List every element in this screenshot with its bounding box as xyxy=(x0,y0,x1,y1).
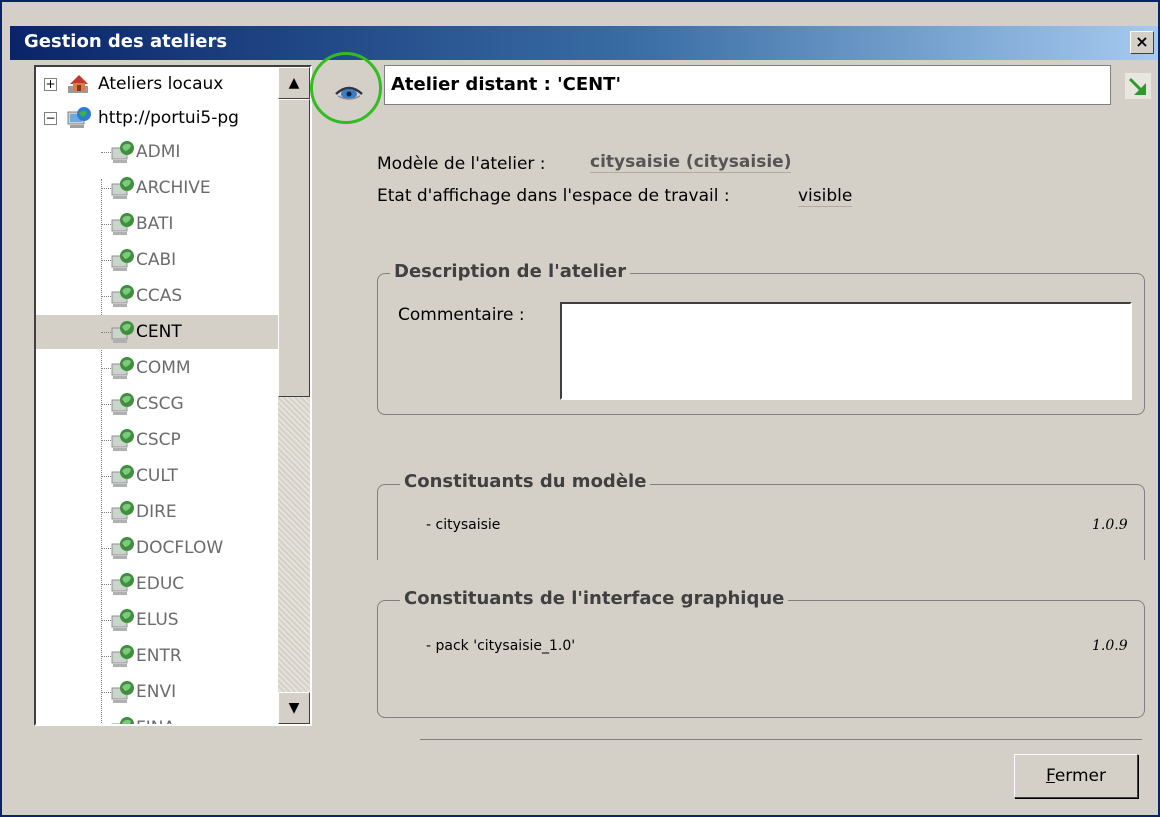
tree-node-label: ENVI xyxy=(136,682,177,702)
modele-component-name: - citysaisie xyxy=(426,517,501,533)
tree-content: + Ateliers locaux − http://portui5-pg AD… xyxy=(36,67,280,724)
tree-node-label: ADMI xyxy=(136,142,181,162)
atelier-header-field: Atelier distant : 'CENT' xyxy=(384,65,1111,105)
comment-label: Commentaire : xyxy=(398,305,525,325)
scroll-up-button[interactable]: ▲ xyxy=(278,67,310,99)
interface-component-name: - pack 'citysaisie_1.0' xyxy=(426,638,576,654)
tree-node-fina[interactable]: FINA xyxy=(36,711,280,724)
globe-computer-icon xyxy=(110,212,136,236)
tree-node-label: CSCP xyxy=(136,430,181,450)
tree-node-ccas[interactable]: CCAS xyxy=(36,279,280,313)
description-title: Description de l'atelier xyxy=(390,261,631,282)
tree-node-label: CULT xyxy=(136,466,178,486)
tree-node-envi[interactable]: ENVI xyxy=(36,675,280,709)
globe-computer-icon xyxy=(110,140,136,164)
tree-node-label: ENTR xyxy=(136,646,182,666)
tree-node-cscp[interactable]: CSCP xyxy=(36,423,280,457)
tree-node-label: CSCG xyxy=(136,394,184,414)
tree-node-educ[interactable]: EDUC xyxy=(36,567,280,601)
scroll-thumb[interactable] xyxy=(278,99,310,397)
globe-computer-icon xyxy=(110,644,136,668)
tree-node-label: COMM xyxy=(136,358,191,378)
globe-computer-icon xyxy=(110,680,136,704)
tree-node-label: DIRE xyxy=(136,502,177,522)
etat-value: visible xyxy=(798,186,853,207)
gestion-ateliers-window: Gestion des ateliers × + Ateliers locaux xyxy=(0,0,1160,817)
modele-component-version: 1.0.9 xyxy=(1092,517,1128,533)
tree-node-label: ARCHIVE xyxy=(136,178,211,198)
comment-label-text: Commentaire : xyxy=(398,305,525,325)
tree-node-ateliers-locaux[interactable]: + Ateliers locaux xyxy=(36,67,280,101)
globe-computer-icon xyxy=(110,284,136,308)
tree-node-docflow[interactable]: DOCFLOW xyxy=(36,531,280,565)
globe-computer-icon xyxy=(110,608,136,632)
tree-node-label: CABI xyxy=(136,250,177,270)
fermer-button[interactable]: Fermer xyxy=(1014,754,1138,798)
modele-value-wrap: citysaisie (citysaisie) xyxy=(590,152,792,173)
tree-node-admi[interactable]: ADMI xyxy=(36,135,280,169)
arrow-go-icon[interactable] xyxy=(1122,70,1154,102)
globe-computer-icon xyxy=(110,572,136,596)
tree-node-archive[interactable]: ARCHIVE xyxy=(36,171,280,205)
modele-value: citysaisie (citysaisie) xyxy=(590,152,792,173)
tree-scrollbar[interactable]: ▲ ▼ xyxy=(278,67,310,724)
globe-computer-icon xyxy=(110,176,136,200)
globe-computer-icon xyxy=(110,536,136,560)
tree-node-label: http://portui5-pg xyxy=(98,108,239,128)
tree-node-remote-server[interactable]: − http://portui5-pg xyxy=(36,101,280,135)
tree-node-cabi[interactable]: CABI xyxy=(36,243,280,277)
etat-value-wrap: visible xyxy=(798,186,853,207)
globe-computer-icon xyxy=(110,392,136,416)
etat-label: Etat d'affichage dans l'espace de travai… xyxy=(377,186,730,206)
constituants-interface-title: Constituants de l'interface graphique xyxy=(400,588,789,609)
title-bar[interactable]: Gestion des ateliers × xyxy=(10,26,1158,60)
modele-label: Modèle de l'atelier : xyxy=(377,154,546,174)
globe-computer-icon xyxy=(110,248,136,272)
tree-node-label: FINA xyxy=(136,711,175,724)
globe-computer-icon xyxy=(110,428,136,452)
tree-node-label: CENT xyxy=(136,322,182,342)
globe-computer-icon xyxy=(110,356,136,380)
expand-toggle[interactable]: + xyxy=(44,78,57,91)
visibility-toggle-button[interactable] xyxy=(322,72,372,112)
globe-computer-icon xyxy=(110,320,136,344)
tree-node-label: EDUC xyxy=(136,574,185,594)
house-icon xyxy=(66,72,92,96)
constituants-interface-group xyxy=(377,600,1145,718)
tree-node-entr[interactable]: ENTR xyxy=(36,639,280,673)
tree-node-label: CCAS xyxy=(136,286,183,306)
tree-node-dire[interactable]: DIRE xyxy=(36,495,280,529)
tree-node-comm[interactable]: COMM xyxy=(36,351,280,385)
constituants-modele-title: Constituants du modèle xyxy=(400,471,651,492)
tree-node-label: DOCFLOW xyxy=(136,538,224,558)
modele-row: Modèle de l'atelier : xyxy=(377,154,546,174)
atelier-header-title: Atelier distant : 'CENT' xyxy=(391,74,621,95)
globe-computer-icon xyxy=(66,106,92,130)
comment-textarea[interactable] xyxy=(560,302,1132,400)
tree-node-bati[interactable]: BATI xyxy=(36,207,280,241)
atelier-tree[interactable]: + Ateliers locaux − http://portui5-pg AD… xyxy=(34,65,312,726)
tree-node-elus[interactable]: ELUS xyxy=(36,603,280,637)
globe-computer-icon xyxy=(110,716,136,724)
globe-computer-icon xyxy=(110,500,136,524)
tree-node-cent[interactable]: CENT xyxy=(36,315,280,349)
tree-node-cscg[interactable]: CSCG xyxy=(36,387,280,421)
interface-component-version: 1.0.9 xyxy=(1092,638,1128,654)
footer-separator xyxy=(420,739,1142,740)
tree-node-label: ELUS xyxy=(136,610,179,630)
tree-node-label: BATI xyxy=(136,214,174,234)
window-title: Gestion des ateliers xyxy=(24,31,228,52)
eye-icon xyxy=(334,80,364,106)
tree-node-cult[interactable]: CULT xyxy=(36,459,280,493)
close-button[interactable]: × xyxy=(1130,31,1154,54)
etat-row: Etat d'affichage dans l'espace de travai… xyxy=(377,186,730,206)
globe-computer-icon xyxy=(110,464,136,488)
tree-node-label: Ateliers locaux xyxy=(98,74,224,94)
collapse-toggle[interactable]: − xyxy=(44,112,57,125)
fermer-label: Fermer xyxy=(1045,766,1107,786)
scroll-down-button[interactable]: ▼ xyxy=(278,692,310,724)
